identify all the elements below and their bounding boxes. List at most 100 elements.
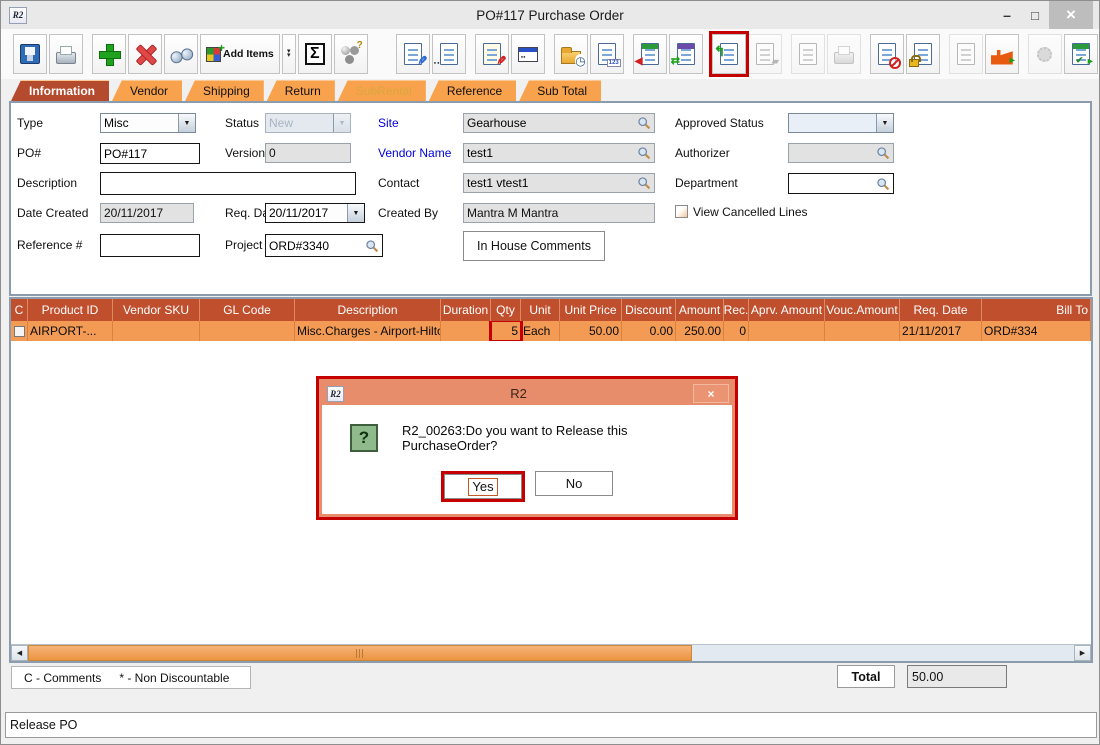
count-sheet-button[interactable] <box>590 34 624 74</box>
dialog-close-icon[interactable] <box>693 384 729 403</box>
approved-status-combo[interactable] <box>788 113 894 133</box>
grid-cell-product-id[interactable]: AIRPORT-... <box>28 321 113 341</box>
department-field[interactable] <box>788 173 894 194</box>
search-icon[interactable] <box>876 146 890 160</box>
add-button[interactable] <box>92 34 126 74</box>
po-return-button[interactable] <box>633 34 667 74</box>
tab-subtotal[interactable]: Sub Total <box>519 80 601 101</box>
toolbar: Add Items EXIT <box>1 29 1099 79</box>
grid-cell-rec[interactable]: 0 <box>724 321 749 341</box>
find-button[interactable] <box>164 34 198 74</box>
no-button[interactable]: No <box>535 471 613 496</box>
view-cancelled-lines: View Cancelled Lines <box>675 205 808 219</box>
grid-cell-discount[interactable]: 0.00 <box>622 321 676 341</box>
grid-cell-unit[interactable]: Each <box>521 321 560 341</box>
view-documents-button[interactable] <box>432 34 466 74</box>
reference-input[interactable] <box>100 234 200 257</box>
add-items-expand-button[interactable] <box>282 34 296 74</box>
project-field[interactable]: ORD#3340 <box>265 234 383 257</box>
legend-comments: C - Comments <box>24 671 101 685</box>
req-date-combo[interactable]: 20/11/2017 <box>265 203 365 223</box>
arrow-right-icon <box>1008 51 1017 67</box>
header-cell: C <box>11 299 28 321</box>
grid-cell-bill-to[interactable]: ORD#334 <box>982 321 1091 341</box>
find-window-button[interactable] <box>511 34 545 74</box>
header-cell: Product ID <box>28 299 113 321</box>
delete-icon <box>135 44 155 64</box>
search-icon[interactable] <box>365 239 379 253</box>
lock-icon <box>909 59 919 67</box>
header-cell: Vendor SKU <box>113 299 200 321</box>
edit-notes-button[interactable] <box>475 34 509 74</box>
tab-information[interactable]: Information <box>11 80 109 101</box>
scrollbar-thumb[interactable] <box>28 645 692 661</box>
header-cell: Vouc.Amount <box>825 299 900 321</box>
tab-vendor[interactable]: Vendor <box>112 80 182 101</box>
minimize-button[interactable] <box>993 1 1021 29</box>
maximize-button[interactable] <box>1021 1 1049 29</box>
legend-non-discountable: * - Non Discountable <box>119 671 229 685</box>
close-button[interactable] <box>1049 1 1093 29</box>
header-cell: Duration <box>441 299 491 321</box>
save-button[interactable] <box>13 34 47 74</box>
grid-cell-comment[interactable] <box>11 321 28 341</box>
lock-document-button[interactable] <box>906 34 940 74</box>
grid-cell-unit-price[interactable]: 50.00 <box>560 321 622 341</box>
search-icon[interactable] <box>637 146 651 160</box>
grid-header-row: C Product ID Vendor SKU GL Code Descript… <box>11 299 1091 321</box>
edit-document-button[interactable] <box>396 34 430 74</box>
release-po-icon <box>720 43 738 65</box>
grid-cell-description[interactable]: Misc.Charges - Airport-Hilton-I... <box>295 321 441 341</box>
manufacture-button[interactable] <box>985 34 1019 74</box>
search-icon[interactable] <box>876 177 890 191</box>
tab-shipping[interactable]: Shipping <box>185 80 264 101</box>
cancel-document-button[interactable] <box>870 34 904 74</box>
authorizer-field <box>788 143 894 163</box>
grid-cell-aprv-amount[interactable] <box>749 321 825 341</box>
description-input[interactable] <box>100 172 356 195</box>
horizontal-scrollbar[interactable] <box>11 644 1091 661</box>
scrollbar-track[interactable] <box>28 645 1074 661</box>
scroll-left-icon[interactable] <box>11 645 28 661</box>
grid-cell-gl-code[interactable] <box>200 321 295 341</box>
grid-cell-vouc-amount[interactable] <box>825 321 900 341</box>
chevron-down-icon[interactable] <box>347 204 364 222</box>
receive-button <box>748 34 782 74</box>
grid-cell-qty[interactable]: 5 <box>491 321 521 341</box>
type-combo[interactable]: Misc <box>100 113 196 133</box>
dialog-message: R2_00263:Do you want to Release this Pur… <box>402 423 720 453</box>
scroll-right-icon[interactable] <box>1074 645 1091 661</box>
yes-button[interactable]: Yes <box>444 474 522 499</box>
grid-cell-vendor-sku[interactable] <box>113 321 200 341</box>
grid-cell-amount[interactable]: 250.00 <box>676 321 724 341</box>
tab-reference[interactable]: Reference <box>429 80 516 101</box>
chevron-down-icon[interactable] <box>178 114 195 132</box>
in-house-comments-button[interactable]: In House Comments <box>463 231 605 261</box>
po-input[interactable] <box>100 143 200 164</box>
add-items-button[interactable]: Add Items <box>200 34 280 74</box>
header-cell: Aprv. Amount <box>749 299 825 321</box>
sigma-icon <box>305 43 325 65</box>
header-cell: Bill To <box>982 299 1091 321</box>
delete-button[interactable] <box>128 34 162 74</box>
created-by-field: Mantra M Mantra <box>463 203 655 223</box>
invoice-button[interactable] <box>669 34 703 74</box>
version-label: Version <box>225 146 265 160</box>
sum-button[interactable] <box>298 34 332 74</box>
verify-list-button[interactable] <box>1064 34 1098 74</box>
search-icon[interactable] <box>637 116 651 130</box>
tab-return[interactable]: Return <box>267 80 335 101</box>
search-icon[interactable] <box>637 176 651 190</box>
grid-cell-req-date[interactable]: 21/11/2017 <box>900 321 982 341</box>
release-po-button[interactable] <box>712 34 746 74</box>
grid-cell-duration[interactable] <box>441 321 491 341</box>
history-button[interactable] <box>554 34 588 74</box>
availability-button[interactable] <box>334 34 368 74</box>
print-button[interactable] <box>49 34 83 74</box>
header-cell: Unit Price <box>560 299 622 321</box>
project-label: Project <box>225 238 262 252</box>
view-cancelled-checkbox[interactable] <box>675 205 688 218</box>
dialog-titlebar[interactable]: R2 R2 <box>322 382 732 405</box>
chevron-down-icon[interactable] <box>876 114 893 132</box>
row-checkbox[interactable] <box>14 326 25 337</box>
